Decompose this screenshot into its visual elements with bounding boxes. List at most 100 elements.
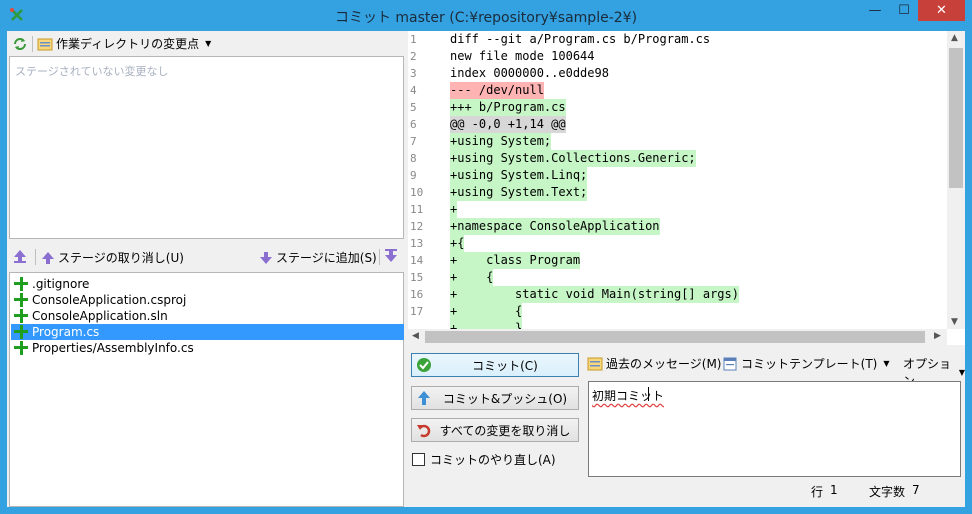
- push-icon: [418, 391, 430, 405]
- diff-horizontal-scrollbar[interactable]: ◀ ▶: [408, 329, 947, 345]
- line-number: 7: [410, 135, 417, 148]
- diff-line-added: +++ b/Program.cs: [450, 99, 566, 116]
- past-messages-label: 過去のメッセージ(M): [606, 357, 722, 371]
- discard-all-label: すべての変更を取り消し: [439, 423, 571, 438]
- commit-label: コミット(C): [472, 358, 538, 373]
- scroll-down-icon[interactable]: ▼: [951, 317, 958, 327]
- commit-template-label: コミットテンプレート(T): [741, 357, 878, 371]
- amend-label: コミットのやり直し(A): [430, 453, 556, 467]
- stage-toolbar: ステージの取り消し(U) ステージに追加(S): [7, 244, 404, 270]
- commit-message-text: 初期コミット: [592, 389, 665, 403]
- char-count-value: 7: [912, 483, 920, 497]
- amend-checkbox[interactable]: [412, 453, 425, 466]
- stage-all-icon[interactable]: [384, 249, 398, 263]
- diff-line-added: + class Program: [450, 252, 581, 269]
- title-bar: コミット master (C:¥repository¥sample-2¥) — …: [0, 0, 972, 31]
- line-number: 10: [410, 186, 424, 199]
- past-messages-dropdown[interactable]: 過去のメッセージ(M) ▼: [587, 355, 734, 372]
- diff-vertical-scrollbar[interactable]: ▲ ▼: [947, 31, 965, 329]
- unstage-all-icon[interactable]: [13, 249, 27, 263]
- minimize-button[interactable]: —: [860, 0, 890, 21]
- file-name: Properties/AssemblyInfo.cs: [32, 341, 194, 355]
- scroll-right-icon[interactable]: ▶: [934, 331, 941, 341]
- discard-all-button[interactable]: すべての変更を取り消し: [411, 418, 579, 442]
- unstaged-files-list[interactable]: ステージされていない変更なし: [9, 56, 404, 239]
- char-count-label: 文字数: [869, 485, 906, 499]
- template-icon: [723, 357, 737, 370]
- folder-changes-icon: [37, 38, 53, 50]
- file-name: ConsoleApplication.csproj: [32, 293, 187, 307]
- line-number: 13: [410, 237, 424, 250]
- line-number: 14: [410, 254, 424, 267]
- diff-line-added: + {: [450, 269, 494, 286]
- message-history-icon: [587, 357, 603, 370]
- unstaged-empty-text: ステージされていない変更なし: [15, 65, 169, 78]
- line-number: 11: [410, 203, 424, 216]
- line-number: 6: [410, 118, 417, 131]
- line-number-gutter: 1 2 3 4 5 6 7 8 9 10 11 12 13 14 15 16 1…: [408, 31, 440, 329]
- staged-file-row[interactable]: .gitignore: [11, 276, 404, 292]
- scroll-thumb[interactable]: [949, 48, 963, 188]
- diff-line-added: +using System.Collections.Generic;: [450, 150, 696, 167]
- scroll-up-icon[interactable]: ▲: [951, 33, 958, 43]
- message-toolbar: 過去のメッセージ(M) ▼ コミットテンプレート(T) ▼ オプション ▼: [587, 353, 965, 388]
- working-dir-dropdown[interactable]: 作業ディレクトリの変更点 ▼: [37, 35, 211, 52]
- line-number: 3: [410, 67, 417, 80]
- commit-push-label: コミット&プッシュ(O): [442, 391, 568, 406]
- line-number: 8: [410, 152, 417, 165]
- commit-window: 作業ディレクトリの変更点 ▼ ステージされていない変更なし ステージの取り消し(…: [7, 31, 965, 507]
- diff-line-added: +using System.Text;: [450, 184, 588, 201]
- diff-line-added: +using System.Linq;: [450, 167, 588, 184]
- line-number: 15: [410, 271, 424, 284]
- staged-files-list[interactable]: .gitignore ConsoleApplication.csproj Con…: [9, 272, 404, 507]
- diff-line-added: + {: [450, 303, 523, 320]
- diff-line-added: +{: [450, 235, 465, 252]
- toolbar-separator: [32, 35, 33, 52]
- line-number: 4: [410, 84, 417, 97]
- line-number: 17: [410, 305, 424, 318]
- added-icon: [14, 293, 28, 307]
- staged-file-row-selected[interactable]: Program.cs: [11, 324, 404, 340]
- diff-line-added: + static void Main(string[] args): [450, 286, 739, 303]
- unstage-button[interactable]: ステージの取り消し(U): [41, 249, 184, 266]
- arrow-down-icon: [260, 251, 272, 264]
- file-name: Program.cs: [32, 325, 100, 339]
- toolbar-separator: [379, 249, 380, 265]
- refresh-icon[interactable]: [12, 36, 28, 52]
- commit-button[interactable]: コミット(C): [411, 353, 579, 377]
- working-dir-label: 作業ディレクトリの変更点: [56, 37, 200, 51]
- commit-template-dropdown[interactable]: コミットテンプレート(T) ▼: [722, 355, 890, 372]
- window-title: コミット master (C:¥repository¥sample-2¥): [334, 10, 638, 26]
- stage-button[interactable]: ステージに追加(S): [259, 249, 377, 266]
- diff-viewer[interactable]: 1 2 3 4 5 6 7 8 9 10 11 12 13 14 15 16 1…: [408, 31, 965, 345]
- toolbar-separator: [35, 249, 36, 265]
- check-icon: [417, 358, 431, 372]
- diff-line: index 0000000..e0dde98: [450, 66, 609, 80]
- arrow-up-icon: [42, 251, 54, 264]
- amend-checkbox-row[interactable]: コミットのやり直し(A): [412, 451, 556, 468]
- scroll-left-icon[interactable]: ◀: [412, 331, 419, 341]
- staged-file-row[interactable]: ConsoleApplication.sln: [11, 308, 404, 324]
- added-icon: [14, 341, 28, 355]
- added-icon: [14, 309, 28, 323]
- commit-message-input[interactable]: 初期コミット: [588, 381, 961, 477]
- commit-push-button[interactable]: コミット&プッシュ(O): [411, 386, 579, 410]
- added-icon: [14, 325, 28, 339]
- line-number: 12: [410, 220, 424, 233]
- line-number: 2: [410, 50, 417, 63]
- file-name: ConsoleApplication.sln: [32, 309, 168, 323]
- line-number: 1: [410, 33, 417, 46]
- chevron-down-icon: ▼: [883, 359, 890, 368]
- maximize-button[interactable]: ☐: [890, 0, 918, 21]
- staged-file-row[interactable]: ConsoleApplication.csproj: [11, 292, 404, 308]
- line-number: 5: [410, 101, 417, 114]
- diff-line-added: +namespace ConsoleApplication: [450, 218, 660, 235]
- scroll-thumb[interactable]: [425, 331, 925, 343]
- close-button[interactable]: ✕: [918, 0, 965, 21]
- diff-line: diff --git a/Program.cs b/Program.cs: [450, 32, 711, 46]
- undo-icon: [417, 424, 431, 438]
- staged-file-row[interactable]: Properties/AssemblyInfo.cs: [11, 340, 404, 356]
- chevron-down-icon: ▼: [205, 39, 212, 48]
- line-number: 9: [410, 169, 417, 182]
- diff-line-added: +: [450, 201, 458, 218]
